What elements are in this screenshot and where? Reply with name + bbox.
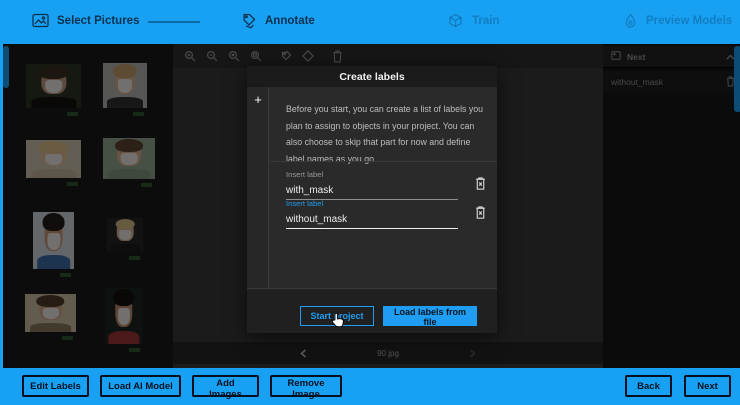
modal-side-column: + (247, 87, 269, 288)
insert-label-caption: Insert label (286, 199, 458, 208)
back-button[interactable]: Back (625, 375, 672, 397)
workspace: 90.jpg Next without_mask (0, 44, 740, 368)
modal-title: Create labels (247, 66, 497, 87)
step-select-pictures[interactable]: Select Pictures (32, 13, 139, 28)
label-input-2[interactable] (286, 214, 458, 229)
load-ai-model-button[interactable]: Load AI Model (100, 375, 181, 397)
tags-icon (240, 13, 257, 29)
add-images-button[interactable]: Add Images (192, 375, 259, 397)
step-annotate[interactable]: Annotate (240, 13, 315, 29)
step-preview-models[interactable]: Preview Models (623, 13, 732, 29)
step-connector (148, 21, 200, 23)
label-field-2: Insert label (286, 199, 458, 229)
create-labels-modal: Create labels + Before you start, you ca… (247, 66, 497, 333)
label-field-1: Insert label (286, 170, 458, 200)
remove-image-button[interactable]: Remove Image (270, 375, 342, 397)
divider (270, 161, 497, 162)
step-label: Train (472, 15, 499, 27)
preview-models-icon (623, 13, 638, 29)
next-button[interactable]: Next (684, 375, 731, 397)
image-icon (32, 13, 49, 28)
modal-description: Before you start, you can create a list … (286, 101, 484, 167)
step-train[interactable]: Train (447, 13, 499, 28)
insert-label-caption: Insert label (286, 170, 458, 179)
delete-label-1-icon[interactable] (475, 177, 489, 192)
bottom-action-bar: Edit Labels Load AI Model Add Images Rem… (0, 368, 740, 405)
edit-labels-button[interactable]: Edit Labels (22, 375, 89, 397)
step-label: Preview Models (646, 15, 732, 27)
modal-footer: Start project Load labels from file (247, 288, 497, 333)
modal-body: + Before you start, you can create a lis… (247, 87, 497, 288)
start-project-button[interactable]: Start project (300, 306, 374, 326)
annotation-app: Select Pictures Annotate Train (0, 0, 740, 405)
label-input-1[interactable] (286, 185, 458, 200)
delete-label-2-icon[interactable] (475, 206, 489, 221)
step-label: Select Pictures (57, 15, 139, 27)
add-label-button[interactable]: + (251, 93, 265, 107)
load-labels-from-file-button[interactable]: Load labels from file (383, 306, 477, 326)
wizard-header: Select Pictures Annotate Train (0, 0, 740, 44)
step-label: Annotate (265, 15, 315, 27)
cube-icon (447, 13, 464, 28)
